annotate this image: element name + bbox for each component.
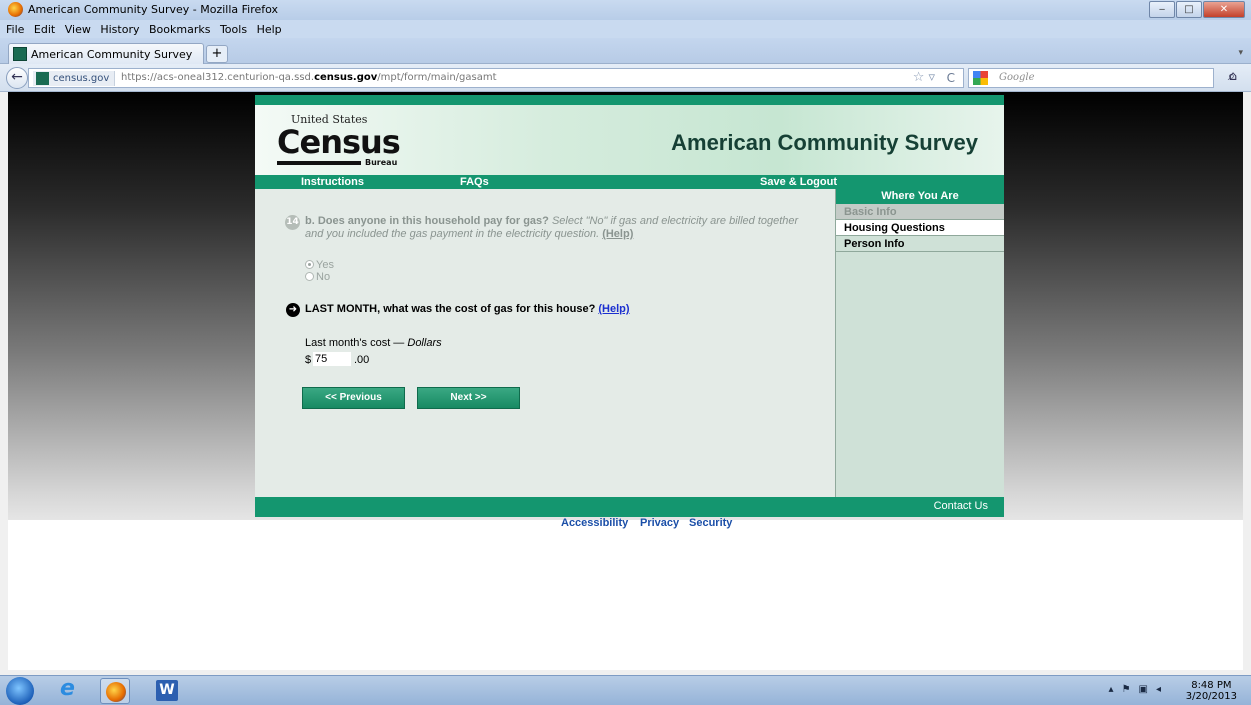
sidebar-item-basic-info: Basic Info <box>836 204 1004 220</box>
menu-view[interactable]: View <box>65 23 91 36</box>
question-panel: 14 b. Does anyone in this household pay … <box>255 189 835 497</box>
logo-bar <box>277 161 361 165</box>
radio-yes[interactable]: Yes <box>305 259 334 271</box>
tab-list-chevron-icon[interactable]: ▾ <box>1238 48 1243 58</box>
progress-sidebar: Where You Are Basic Info Housing Questio… <box>835 189 1004 497</box>
page-title: American Community Survey <box>671 130 978 155</box>
help-link[interactable]: (Help) <box>598 303 629 315</box>
menu-bar: File Edit View History Bookmarks Tools H… <box>0 20 1251 38</box>
url-bar[interactable]: census.gov https://acs-oneal312.centurio… <box>28 68 964 88</box>
radio-no-label: No <box>316 271 331 283</box>
question-number-badge: 14 <box>285 215 300 230</box>
menu-bookmarks[interactable]: Bookmarks <box>149 23 210 36</box>
question-gas-cost: LAST MONTH, what was the cost of gas for… <box>305 303 630 315</box>
home-icon[interactable]: ⌂ <box>1223 69 1243 87</box>
privacy-link[interactable]: Privacy <box>640 517 679 529</box>
menu-edit[interactable]: Edit <box>34 23 55 36</box>
maximize-button[interactable]: □ <box>1176 1 1202 18</box>
nav-instructions[interactable]: Instructions <box>301 175 364 189</box>
menu-help[interactable]: Help <box>257 23 282 36</box>
bookmark-star-icon[interactable]: ☆ ▿ <box>913 70 935 85</box>
start-button[interactable] <box>6 677 34 705</box>
site-identity[interactable]: census.gov <box>33 71 116 86</box>
tab-american-community-survey[interactable]: American Community Survey <box>8 43 204 64</box>
tab-bar: American Community Survey + ▾ <box>0 38 1251 64</box>
menu-file[interactable]: File <box>6 23 24 36</box>
security-link[interactable]: Security <box>689 517 732 529</box>
logo-census: Census <box>277 123 401 161</box>
url-text: https://acs-oneal312.centurion-qa.ssd.ce… <box>121 72 497 83</box>
menu-history[interactable]: History <box>100 23 139 36</box>
clock-time: 8:48 PM <box>1191 680 1232 691</box>
close-button[interactable]: ✕ <box>1203 1 1245 18</box>
dollar-sign: $ <box>305 354 312 366</box>
current-question-arrow-icon: ➜ <box>286 303 300 317</box>
radio-yes-label: Yes <box>316 259 334 271</box>
menu-tools[interactable]: Tools <box>220 23 247 36</box>
minimize-button[interactable]: ‒ <box>1149 1 1175 18</box>
search-bar[interactable]: Google ⌕ <box>968 68 1235 88</box>
cost-field-label: Last month's cost — Dollars <box>305 337 442 349</box>
reload-icon[interactable]: C <box>947 71 955 85</box>
contact-us-link[interactable]: Contact Us <box>934 500 988 512</box>
page-header: United States Census Bureau American Com… <box>255 105 1004 175</box>
sidebar-title: Where You Are <box>836 189 1004 204</box>
logo-bureau: Bureau <box>365 158 398 167</box>
sidebar-item-housing-questions[interactable]: Housing Questions <box>836 220 1004 236</box>
site-identity-label: census.gov <box>53 73 110 84</box>
question-gas-payment: b. Does anyone in this household pay for… <box>305 215 799 240</box>
back-button[interactable]: ← <box>6 67 28 89</box>
search-placeholder: Google <box>999 72 1035 83</box>
cents-suffix: .00 <box>354 354 370 366</box>
radio-no[interactable]: No <box>305 271 330 283</box>
internet-explorer-icon[interactable] <box>52 676 82 704</box>
windows-taskbar: ▴⚑▣◂ 8:48 PM 3/20/2013 <box>0 675 1251 705</box>
previous-button[interactable]: << Previous <box>302 387 405 409</box>
radio-no-circle[interactable] <box>305 272 314 281</box>
google-icon[interactable] <box>973 71 988 85</box>
top-stripe <box>255 95 1004 105</box>
sidebar-item-person-info[interactable]: Person Info <box>836 236 1004 252</box>
help-link-muted[interactable]: (Help) <box>602 228 633 240</box>
system-tray-icons[interactable]: ▴⚑▣◂ <box>1109 684 1169 695</box>
nav-save-logout[interactable]: Save & Logout <box>760 175 837 189</box>
clock-date: 3/20/2013 <box>1185 691 1237 702</box>
new-tab-button[interactable]: + <box>206 45 228 63</box>
census-page: United States Census Bureau American Com… <box>255 95 1004 517</box>
page-viewport: United States Census Bureau American Com… <box>8 92 1243 670</box>
next-button[interactable]: Next >> <box>417 387 520 409</box>
navigation-bar: ← census.gov https://acs-oneal312.centur… <box>0 64 1251 92</box>
page-footer: Contact Us <box>255 497 1004 517</box>
census-favicon-icon <box>36 72 49 85</box>
window-titlebar: American Community Survey - Mozilla Fire… <box>0 0 1251 20</box>
nav-faqs[interactable]: FAQs <box>460 175 489 189</box>
tab-label: American Community Survey <box>31 48 193 61</box>
firefox-icon <box>8 2 23 17</box>
radio-yes-circle[interactable] <box>305 260 314 269</box>
census-logo[interactable]: United States Census Bureau <box>277 113 401 169</box>
bottom-links: Accessibility Privacy Security <box>561 517 761 531</box>
census-favicon-icon <box>13 47 27 61</box>
firefox-taskbar-icon[interactable] <box>100 678 130 704</box>
site-nav: Instructions FAQs Save & Logout <box>255 175 1004 189</box>
window-title: American Community Survey - Mozilla Fire… <box>28 3 279 16</box>
clock[interactable]: 8:48 PM 3/20/2013 <box>1186 680 1237 702</box>
accessibility-link[interactable]: Accessibility <box>561 517 628 529</box>
gas-cost-input[interactable] <box>313 352 351 366</box>
word-icon[interactable] <box>152 678 182 704</box>
